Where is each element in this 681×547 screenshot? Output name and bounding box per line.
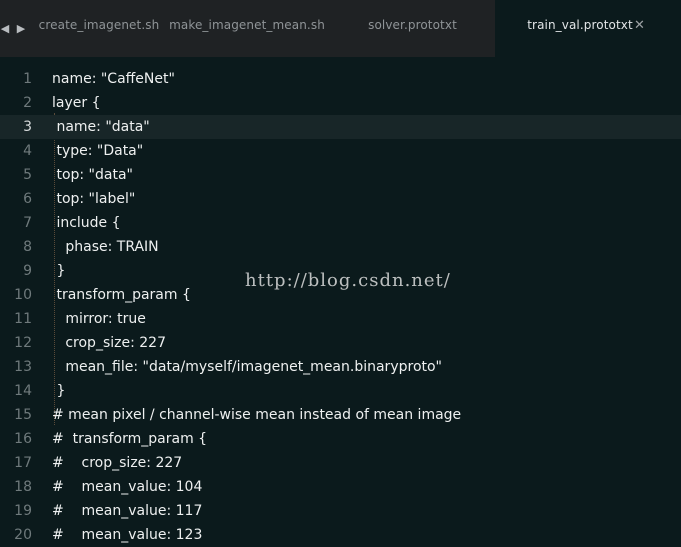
code-line[interactable]: 16 # transform_param { bbox=[0, 427, 681, 451]
code-text[interactable]: mirror: true bbox=[52, 307, 145, 331]
tab-train-val[interactable]: train_val.prototxt ✕ bbox=[495, 0, 681, 57]
line-number: 14 bbox=[14, 383, 32, 399]
line-number: 17 bbox=[14, 455, 32, 471]
code-text[interactable]: # crop_size: 227 bbox=[52, 451, 182, 475]
code-text[interactable]: name: "data" bbox=[52, 115, 149, 139]
code-line[interactable]: 5 top: "data" bbox=[0, 163, 681, 187]
code-text[interactable]: phase: TRAIN bbox=[52, 235, 158, 259]
line-number: 9 bbox=[23, 263, 32, 279]
code-line[interactable]: 2 layer { bbox=[0, 91, 681, 115]
code-editor[interactable]: 1 name: "CaffeNet" 2 layer {3 name: "data" 4… bbox=[0, 65, 681, 545]
code-text[interactable]: # mean_value: 123 bbox=[52, 523, 202, 547]
code-line[interactable]: 18 # mean_value: 104 bbox=[0, 475, 681, 499]
code-line[interactable]: 17 # crop_size: 227 bbox=[0, 451, 681, 475]
code-line[interactable]: 8 phase: TRAIN bbox=[0, 235, 681, 259]
line-number: 8 bbox=[23, 239, 32, 255]
line-number: 5 bbox=[23, 167, 32, 183]
code-text[interactable]: } bbox=[52, 379, 65, 403]
code-text[interactable]: name: "CaffeNet" bbox=[52, 67, 175, 91]
triangle-right-icon[interactable]: ▶ bbox=[16, 22, 26, 35]
close-icon[interactable]: ✕ bbox=[634, 18, 645, 33]
code-line[interactable]: 6 top: "label" bbox=[0, 187, 681, 211]
code-text[interactable]: } bbox=[52, 259, 65, 283]
tab-label: train_val.prototxt bbox=[527, 17, 633, 32]
line-number: 16 bbox=[14, 431, 32, 447]
line-number: 1 bbox=[23, 71, 32, 87]
code-text[interactable]: layer { bbox=[52, 91, 100, 115]
line-number: 7 bbox=[23, 215, 32, 231]
code-text[interactable]: # mean_value: 117 bbox=[52, 499, 202, 523]
code-text[interactable]: include { bbox=[52, 211, 120, 235]
tab-bar-underline bbox=[0, 57, 681, 65]
line-number: 11 bbox=[14, 311, 32, 327]
tab-label: solver.prototxt bbox=[368, 17, 457, 32]
code-text[interactable]: mean_file: "data/myself/imagenet_mean.bi… bbox=[52, 355, 442, 379]
code-line[interactable]: 20 # mean_value: 123 bbox=[0, 523, 681, 547]
tab-navigation: ◀ ▶ bbox=[0, 0, 34, 57]
code-text[interactable]: # mean pixel / channel-wise mean instead… bbox=[52, 403, 461, 427]
code-text[interactable]: transform_param { bbox=[52, 283, 190, 307]
code-line[interactable]: 19 # mean_value: 117 bbox=[0, 499, 681, 523]
line-number: 4 bbox=[23, 143, 32, 159]
code-line[interactable]: 3 name: "data" bbox=[0, 115, 681, 139]
code-text[interactable]: crop_size: 227 bbox=[52, 331, 166, 355]
code-line[interactable]: 13 mean_file: "data/myself/imagenet_mean… bbox=[0, 355, 681, 379]
code-text[interactable]: top: "data" bbox=[52, 163, 133, 187]
tab-bar: ◀ ▶ create_imagenet.sh make_imagenet_mea… bbox=[0, 0, 681, 57]
line-number: 20 bbox=[14, 527, 32, 543]
line-number: 10 bbox=[14, 287, 32, 303]
tab-make-imagenet-mean[interactable]: make_imagenet_mean.sh bbox=[164, 0, 330, 57]
line-number: 13 bbox=[14, 359, 32, 375]
code-text[interactable]: # mean_value: 104 bbox=[52, 475, 202, 499]
tab-label: create_imagenet.sh bbox=[38, 17, 160, 32]
line-number: 2 bbox=[23, 95, 32, 111]
code-line[interactable]: 7 include { bbox=[0, 211, 681, 235]
tab-label: make_imagenet_mean.sh bbox=[169, 17, 325, 32]
code-text[interactable]: # transform_param { bbox=[52, 427, 207, 451]
triangle-left-icon[interactable]: ◀ bbox=[0, 22, 10, 35]
tab-solver[interactable]: solver.prototxt bbox=[330, 0, 495, 57]
editor-window: ◀ ▶ create_imagenet.sh make_imagenet_mea… bbox=[0, 0, 681, 545]
code-line[interactable]: 15 # mean pixel / channel-wise mean inste… bbox=[0, 403, 681, 427]
line-number: 12 bbox=[14, 335, 32, 351]
line-number: 6 bbox=[23, 191, 32, 207]
watermark: http://blog.csdn.net/ bbox=[245, 270, 451, 291]
tab-create-imagenet[interactable]: create_imagenet.sh bbox=[34, 0, 164, 57]
code-text[interactable]: top: "label" bbox=[52, 187, 135, 211]
line-number: 18 bbox=[14, 479, 32, 495]
code-line[interactable]: 1 name: "CaffeNet" bbox=[0, 67, 681, 91]
line-number: 3 bbox=[23, 119, 32, 135]
line-number: 15 bbox=[14, 407, 32, 423]
code-line[interactable]: 14 } bbox=[0, 379, 681, 403]
code-line[interactable]: 4 type: "Data" bbox=[0, 139, 681, 163]
code-line[interactable]: 12 crop_size: 227 bbox=[0, 331, 681, 355]
line-number: 19 bbox=[14, 503, 32, 519]
code-text[interactable]: type: "Data" bbox=[52, 139, 143, 163]
code-line[interactable]: 11 mirror: true bbox=[0, 307, 681, 331]
